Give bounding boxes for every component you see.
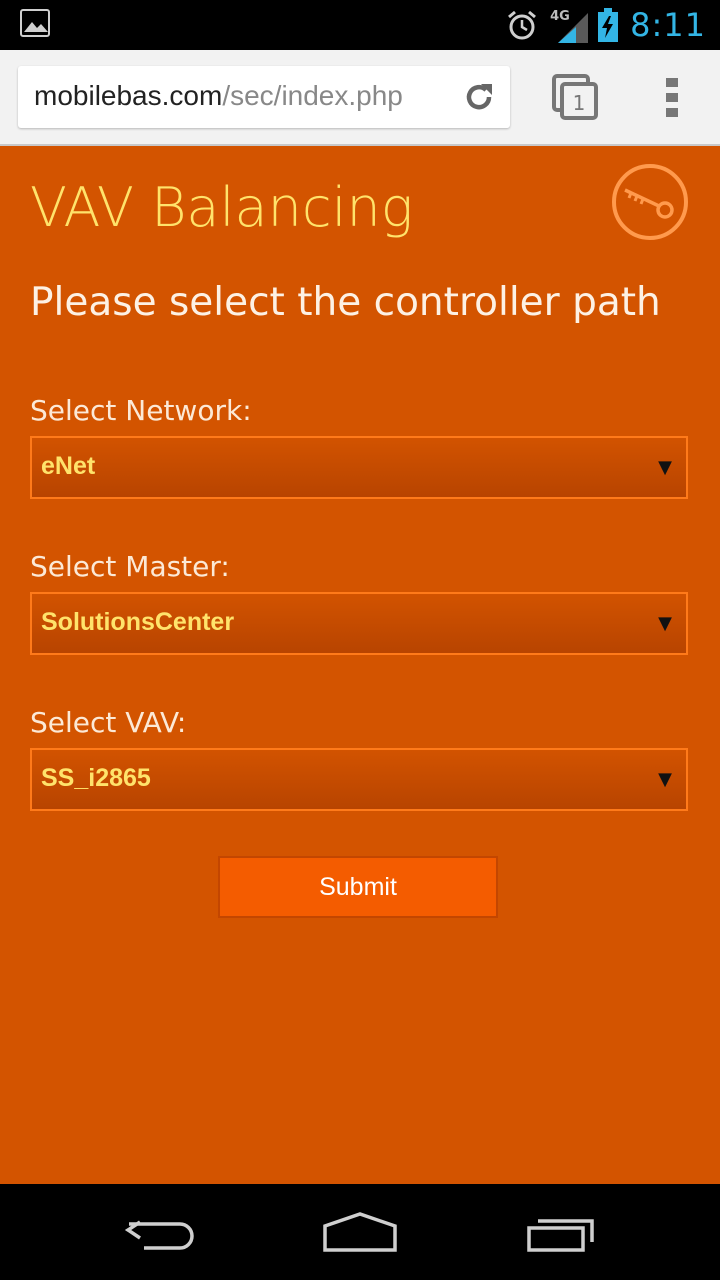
page-subtitle: Please select the controller path xyxy=(30,280,661,325)
battery-charging-icon xyxy=(598,8,619,42)
master-select[interactable]: SolutionsCenter ▼ xyxy=(30,592,688,655)
back-icon[interactable] xyxy=(124,1214,196,1254)
key-icon[interactable] xyxy=(610,162,690,242)
clock: 8:11 xyxy=(630,6,706,44)
signal-icon: 4G xyxy=(548,5,592,45)
dropdown-arrow-icon: ▼ xyxy=(658,457,672,478)
browser-toolbar: mobilebas.com/sec/index.php 1 xyxy=(0,50,720,146)
vav-select[interactable]: SS_i2865 ▼ xyxy=(30,748,688,811)
url-text[interactable]: mobilebas.com/sec/index.php xyxy=(34,80,403,112)
page-title: VAV Balancing xyxy=(30,176,414,239)
vav-label: Select VAV: xyxy=(30,706,187,739)
home-icon[interactable] xyxy=(322,1212,398,1254)
reload-icon[interactable] xyxy=(462,80,496,114)
dropdown-arrow-icon: ▼ xyxy=(658,769,672,790)
tabs-icon[interactable]: 1 xyxy=(552,74,600,120)
master-select-value: SolutionsCenter xyxy=(41,608,235,636)
network-select-value: eNet xyxy=(41,452,96,480)
network-label: Select Network: xyxy=(30,394,252,427)
navigation-bar xyxy=(0,1184,720,1280)
overflow-menu-icon[interactable] xyxy=(666,78,678,118)
page-content: VAV Balancing Please select the controll… xyxy=(0,146,720,1184)
submit-button[interactable]: Submit xyxy=(218,856,498,918)
recent-apps-icon[interactable] xyxy=(526,1214,598,1254)
vav-select-value: SS_i2865 xyxy=(41,764,151,792)
url-host: mobilebas.com xyxy=(34,80,223,111)
dropdown-arrow-icon: ▼ xyxy=(658,613,672,634)
network-select[interactable]: eNet ▼ xyxy=(30,436,688,499)
master-label: Select Master: xyxy=(30,550,230,583)
tab-count: 1 xyxy=(573,91,586,115)
status-bar: 4G 8:11 xyxy=(0,0,720,50)
address-bar[interactable]: mobilebas.com/sec/index.php xyxy=(18,66,510,128)
alarm-icon xyxy=(508,10,537,40)
url-path: /sec/index.php xyxy=(222,80,403,111)
gallery-icon xyxy=(20,9,50,37)
